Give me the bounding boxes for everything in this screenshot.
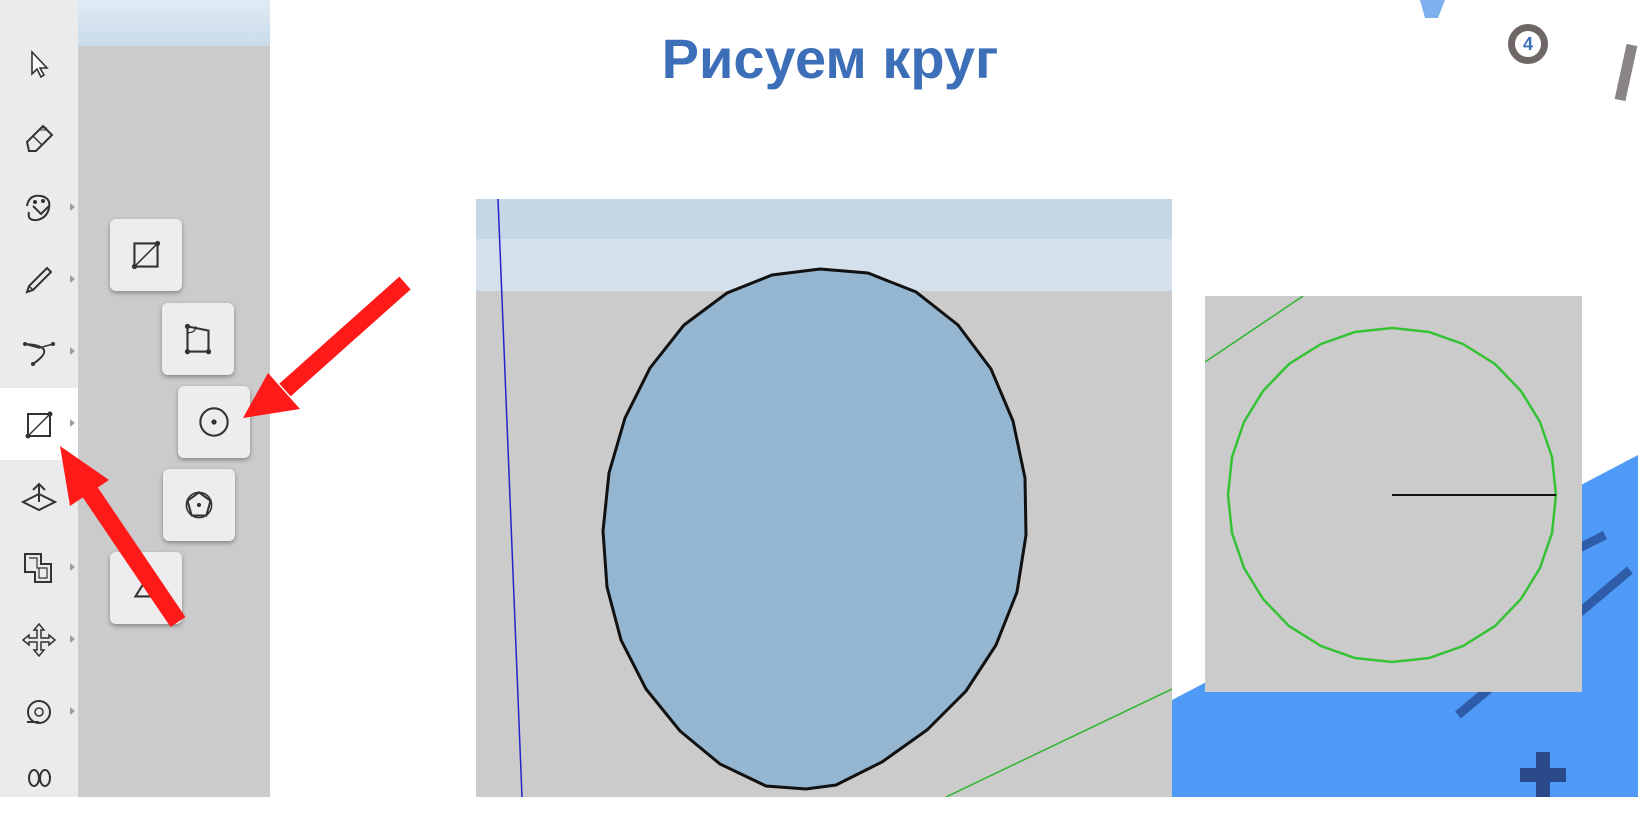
- viewport-sky-top: [476, 199, 1172, 239]
- viewport-scene: [476, 199, 1172, 797]
- green-axis: [1205, 296, 1304, 363]
- drawn-circle-face: [601, 267, 1028, 791]
- viewport-scene-small: [1205, 296, 1558, 664]
- red-arrow-to-rectangle-tool: [60, 446, 186, 628]
- green-axis: [945, 688, 1172, 797]
- slide-number-badge: 4: [1508, 24, 1548, 64]
- viewport-screenshot-large: [476, 199, 1172, 797]
- viewport-screenshot-small: [1205, 296, 1582, 692]
- slide-title: Рисуем круг: [661, 27, 999, 90]
- red-arrow-to-circle: [243, 276, 411, 418]
